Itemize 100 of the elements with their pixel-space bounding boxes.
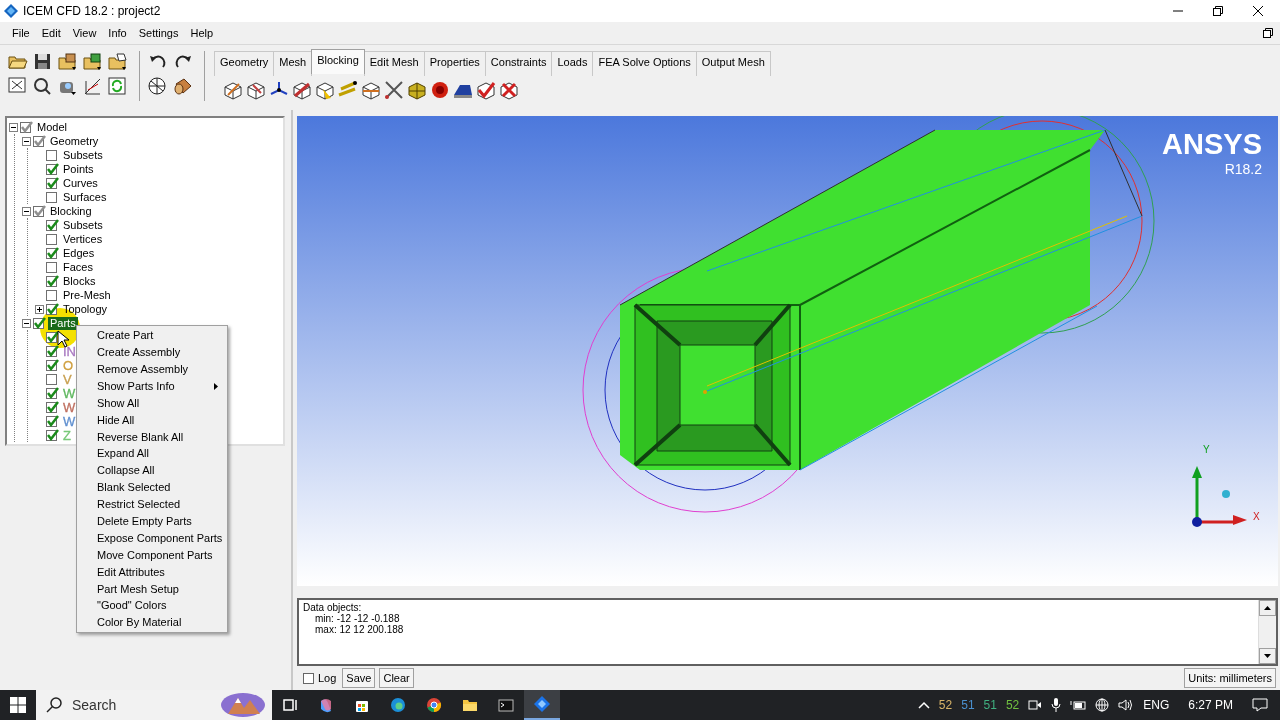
checkbox[interactable] — [46, 233, 59, 245]
tree-item[interactable]: Subsets — [61, 218, 105, 232]
checkbox[interactable] — [46, 387, 59, 399]
restore-icon[interactable] — [1212, 5, 1224, 17]
tree-item[interactable]: IN — [61, 344, 78, 358]
cylinder-icon[interactable] — [172, 76, 194, 97]
ribbon-tab[interactable]: Blocking — [311, 49, 365, 74]
menu-item[interactable]: Edit — [35, 24, 67, 42]
units-button[interactable]: Units: millimeters — [1184, 668, 1276, 688]
menu-item[interactable]: Hide All — [77, 411, 227, 429]
menu-item[interactable]: Delete Empty Parts — [77, 512, 227, 530]
message-button[interactable]: Save — [342, 668, 376, 688]
checkbox[interactable] — [46, 247, 59, 259]
tree-item[interactable]: Blocks — [61, 274, 98, 288]
taskbar-app[interactable] — [524, 690, 560, 720]
scissors-icon[interactable] — [383, 78, 405, 101]
menu-item[interactable]: Edit Attributes — [77, 563, 227, 581]
menu-item[interactable]: Collapse All — [77, 462, 227, 479]
collapse-icon[interactable] — [22, 206, 31, 216]
menu-item[interactable]: Show All — [77, 394, 227, 412]
ribbon-tab[interactable]: Output Mesh — [695, 51, 771, 76]
restore-icon[interactable] — [1262, 27, 1274, 39]
checkbox[interactable] — [46, 429, 59, 441]
folder-icon[interactable] — [107, 51, 129, 72]
menu-item[interactable]: Settings — [132, 24, 185, 42]
collapse-icon[interactable] — [9, 122, 18, 132]
menu-item[interactable]: Expand All — [77, 445, 227, 463]
checkbox[interactable] — [46, 289, 59, 301]
menu-item[interactable]: Restrict Selected — [77, 495, 227, 513]
menu-item[interactable]: Color By Material — [77, 614, 227, 632]
tree-item[interactable]: Model — [35, 120, 69, 134]
ribbon-tab[interactable]: Edit Mesh — [363, 51, 425, 76]
checkbox[interactable] — [46, 359, 59, 371]
checkbox[interactable] — [46, 163, 59, 175]
tray-counter[interactable]: 51 — [961, 696, 975, 714]
checkbox[interactable] — [33, 135, 46, 147]
checkbox[interactable] — [33, 205, 46, 217]
chevron-up-icon[interactable] — [917, 701, 930, 709]
ribbon-tab[interactable]: Geometry — [214, 51, 275, 76]
checkbox[interactable] — [46, 415, 59, 427]
folder-icon[interactable] — [82, 51, 104, 72]
menu-item[interactable]: Blank Selected — [77, 479, 227, 496]
menu-item[interactable]: Remove Assembly — [77, 360, 227, 378]
checkbox[interactable] — [46, 303, 59, 315]
expand-icon[interactable] — [35, 304, 44, 314]
collapse-icon[interactable] — [22, 318, 31, 328]
checkbox[interactable] — [20, 121, 33, 133]
tree-item[interactable]: W — [61, 400, 78, 414]
menu-item[interactable]: View — [66, 24, 103, 42]
tree-item[interactable]: Geometry — [48, 134, 101, 148]
menu-item[interactable]: Create Part — [77, 327, 227, 344]
tree-item[interactable]: Curves — [61, 176, 100, 190]
camera-icon[interactable] — [1028, 699, 1043, 711]
menu-item[interactable]: Create Assembly — [77, 343, 227, 361]
wireframe-icon[interactable] — [147, 76, 169, 97]
checkbox[interactable] — [33, 317, 46, 329]
checkbox[interactable] — [46, 191, 59, 203]
globe-icon[interactable] — [1095, 698, 1110, 712]
tree-item[interactable]: Topology — [61, 302, 110, 316]
checkbox[interactable] — [46, 275, 59, 287]
menu-item[interactable]: Reverse Blank All — [77, 428, 227, 446]
microphone-icon[interactable] — [1051, 698, 1062, 712]
menu-item[interactable]: Expose Component Parts — [77, 529, 227, 547]
checkbox[interactable] — [46, 401, 59, 413]
checkbox[interactable] — [46, 345, 59, 357]
checkbox[interactable] — [46, 373, 59, 385]
scroll-down-button[interactable] — [1259, 648, 1276, 664]
language-indicator[interactable]: ENG — [1143, 696, 1170, 714]
menu-item[interactable]: Part Mesh Setup — [77, 580, 227, 598]
message-button[interactable]: Clear — [379, 668, 414, 688]
menu-item[interactable]: Help — [184, 24, 220, 42]
speaker-icon[interactable] — [1118, 698, 1135, 712]
tray-counter[interactable]: 52 — [938, 696, 953, 714]
folder-icon[interactable] — [57, 51, 79, 72]
notification-icon[interactable] — [1252, 698, 1268, 712]
scroll-up-button[interactable] — [1259, 600, 1276, 616]
tree-item[interactable]: Pre-Mesh — [61, 288, 113, 302]
checkbox[interactable] — [46, 331, 59, 343]
tray-counter[interactable]: 52 — [1005, 696, 1020, 714]
menu-item[interactable]: Move Component Parts — [77, 546, 227, 564]
ribbon-tab[interactable]: Mesh — [273, 51, 313, 76]
menu-item[interactable]: "Good" Colors — [77, 597, 227, 615]
close-icon[interactable] — [1252, 5, 1264, 17]
tree-item[interactable]: Edges — [61, 246, 97, 260]
menu-item[interactable]: File — [6, 24, 36, 42]
checkbox[interactable] — [46, 149, 59, 161]
tree-item[interactable]: Blocking — [48, 204, 94, 218]
clock[interactable]: 6:27 PM — [1188, 696, 1233, 714]
tree-item[interactable]: Subsets — [61, 148, 105, 162]
checkbox[interactable] — [46, 177, 59, 189]
menu-item[interactable]: Show Parts Info — [77, 377, 227, 395]
tree-item[interactable]: Points — [61, 162, 96, 176]
tray-counter[interactable]: 51 — [983, 696, 997, 714]
collapse-icon[interactable] — [22, 136, 31, 146]
tree-item[interactable]: Surfaces — [61, 190, 109, 204]
battery-icon[interactable] — [1070, 699, 1087, 711]
tree-item[interactable]: Faces — [61, 260, 95, 274]
menu-item[interactable]: Info — [102, 24, 133, 42]
checkbox[interactable] — [46, 219, 59, 231]
checkbox[interactable] — [46, 261, 59, 273]
